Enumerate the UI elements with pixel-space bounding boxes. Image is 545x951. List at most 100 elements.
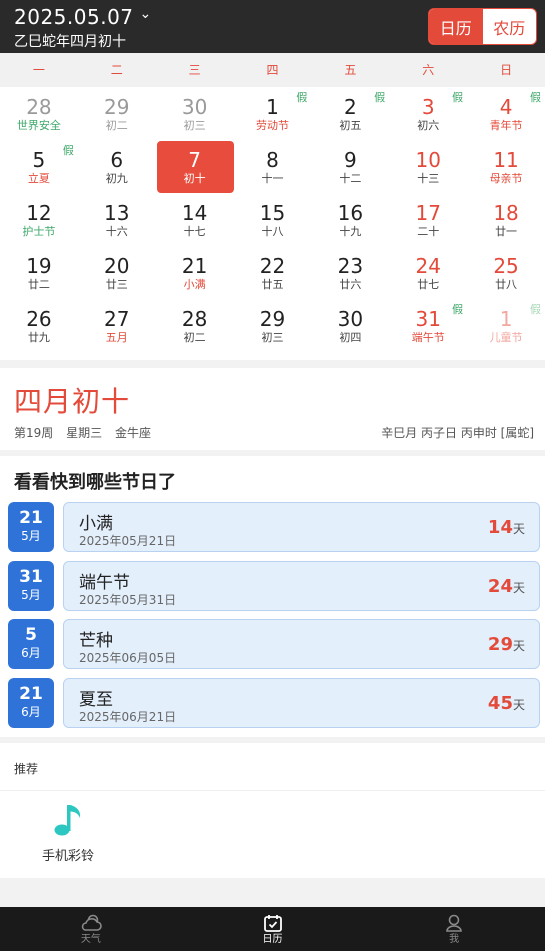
calendar-day[interactable]: 30 初三: [156, 88, 234, 141]
calendar-day[interactable]: 19 廿二: [0, 247, 78, 300]
days-unit: 天: [512, 581, 525, 595]
recommend-label: 推荐: [14, 762, 39, 776]
day-number: 29: [104, 95, 130, 119]
calendar-day[interactable]: 1 儿童节假: [467, 300, 545, 353]
calendar-day[interactable]: 24 廿七: [389, 247, 467, 300]
holiday-card: 端午节 2025年05月31日 24天: [63, 561, 540, 611]
day-lunar-label: 十八: [261, 225, 284, 238]
calendar-day[interactable]: 2 初五假: [311, 88, 389, 141]
calendar-day[interactable]: 20 廿三: [78, 247, 156, 300]
days-remaining: 24天: [488, 576, 525, 597]
day-number: 26: [26, 307, 52, 331]
calendar-day[interactable]: 11 母亲节: [467, 141, 545, 194]
holiday-name: 夏至: [79, 690, 113, 710]
calendar-day[interactable]: 18 廿一: [467, 194, 545, 247]
ringtone-shortcut[interactable]: 手机彩铃: [40, 799, 96, 864]
holiday-row[interactable]: 5 6月 芒种 2025年06月05日 29天: [8, 619, 540, 669]
calendar-day[interactable]: 14 十七: [156, 194, 234, 247]
day-number: 22: [259, 254, 286, 278]
day-number: 24: [415, 254, 441, 278]
day-number: 23: [337, 254, 364, 278]
calendar-day[interactable]: 1 劳动节假: [234, 88, 312, 141]
calendar-day[interactable]: 30 初四: [311, 300, 389, 353]
calendar-day[interactable]: 9 十二: [311, 141, 389, 194]
weekday-label: 日: [500, 63, 513, 77]
calendar-day[interactable]: 13 十六: [78, 194, 156, 247]
holiday-row[interactable]: 21 5月 小满 2025年05月21日 14天: [8, 502, 540, 552]
day-lunar-label: 初三: [261, 331, 284, 344]
holiday-month: 6月: [21, 646, 41, 660]
calendar-day[interactable]: 12 护士节: [0, 194, 78, 247]
ringtone-label: 手机彩铃: [41, 849, 94, 864]
holiday-off-badge: 假: [374, 91, 386, 104]
weekday-label: 三: [188, 63, 201, 77]
days-count: 29: [487, 634, 513, 655]
chevron-down-icon: ⌄: [139, 6, 152, 22]
date-picker-button[interactable]: 2025.05.07 ⌄: [14, 5, 152, 29]
day-lunar-label: 初五: [339, 119, 362, 132]
bottom-navigation: 天气 日历 我: [0, 907, 545, 951]
calendar-day[interactable]: 28 世界安全: [0, 88, 78, 141]
calendar-day[interactable]: 16 十九: [311, 194, 389, 247]
calendar-day[interactable]: 3 初六假: [389, 88, 467, 141]
holiday-row[interactable]: 31 5月 端午节 2025年05月31日 24天: [8, 561, 540, 611]
calendar-day[interactable]: 8 十一: [234, 141, 312, 194]
calendar-day[interactable]: 26 廿九: [0, 300, 78, 353]
calendar-day[interactable]: 28 初二: [156, 300, 234, 353]
calendar-icon: [263, 915, 282, 932]
days-unit: 天: [512, 522, 525, 536]
holiday-date-badge: 21 6月: [8, 678, 54, 728]
nav-tab-label: 日历: [262, 934, 283, 945]
weekday-label: 五: [344, 63, 357, 77]
day-number: 25: [493, 254, 519, 278]
day-lunar-label: 廿一: [495, 225, 518, 238]
calendar-day[interactable]: 27 五月: [78, 300, 156, 353]
holiday-off-badge: 假: [529, 91, 541, 104]
tab-lunar-calendar[interactable]: 农历: [483, 9, 537, 44]
calendar-day[interactable]: 6 初九: [78, 141, 156, 194]
day-lunar-label: 廿六: [339, 278, 362, 291]
calendar-day[interactable]: 29 初二: [78, 88, 156, 141]
day-lunar-label: 端午节: [411, 331, 445, 344]
day-lunar-label: 廿七: [417, 278, 440, 291]
day-number: 30: [181, 95, 208, 119]
calendar-day[interactable]: 21 小满: [156, 247, 234, 300]
calendar-day[interactable]: 25 廿八: [467, 247, 545, 300]
calendar-day[interactable]: 29 初三: [234, 300, 312, 353]
day-detail-panel: 四月初十 第19周 星期三 金牛座 辛巳月 丙子日 丙申时 [属蛇]: [0, 368, 545, 450]
day-lunar-label: 世界安全: [16, 119, 61, 132]
calendar-day[interactable]: 15 十八: [234, 194, 312, 247]
nav-tab-weather[interactable]: 天气: [0, 907, 182, 951]
calendar-day[interactable]: 23 廿六: [311, 247, 389, 300]
day-lunar-label: 十六: [105, 225, 128, 238]
calendar-day[interactable]: 4 青年节假: [467, 88, 545, 141]
holiday-name: 小满: [79, 514, 113, 534]
holiday-off-badge: 假: [62, 144, 74, 157]
day-lunar-label: 护士节: [22, 225, 56, 238]
calendar-day[interactable]: 10 十三: [389, 141, 467, 194]
upcoming-holidays-section: 看看快到哪些节日了 21 5月 小满 2025年05月21日 14天 31 5月…: [0, 456, 545, 737]
calendar-mode-toggle: 日历 农历: [428, 8, 537, 45]
nav-tab-me[interactable]: 我: [363, 907, 545, 951]
holiday-day: 21: [19, 508, 43, 528]
day-lunar-label: 廿二: [27, 278, 50, 291]
calendar-day[interactable]: 5 立夏假: [0, 141, 78, 194]
days-unit: 天: [512, 698, 525, 712]
tab-solar-calendar[interactable]: 日历: [429, 9, 483, 44]
day-lunar-label: 初六: [417, 119, 440, 132]
days-unit: 天: [512, 639, 525, 653]
calendar-day[interactable]: 22 廿五: [234, 247, 312, 300]
nav-tab-calendar[interactable]: 日历: [182, 907, 364, 951]
calendar-day-selected[interactable]: 7 初十: [156, 141, 234, 194]
calendar-day[interactable]: 31 端午节假: [389, 300, 467, 353]
day-lunar-label: 初十: [183, 172, 206, 185]
holiday-day: 31: [19, 567, 43, 587]
week-number: 第19周: [14, 426, 54, 440]
holiday-row[interactable]: 21 6月 夏至 2025年06月21日 45天: [8, 678, 540, 728]
day-lunar-label: 母亲节: [489, 172, 523, 185]
calendar-day[interactable]: 17 二十: [389, 194, 467, 247]
day-number: 20: [104, 254, 130, 278]
day-number: 8: [266, 148, 279, 172]
day-number: 11: [493, 148, 519, 172]
day-number: 17: [415, 201, 441, 225]
